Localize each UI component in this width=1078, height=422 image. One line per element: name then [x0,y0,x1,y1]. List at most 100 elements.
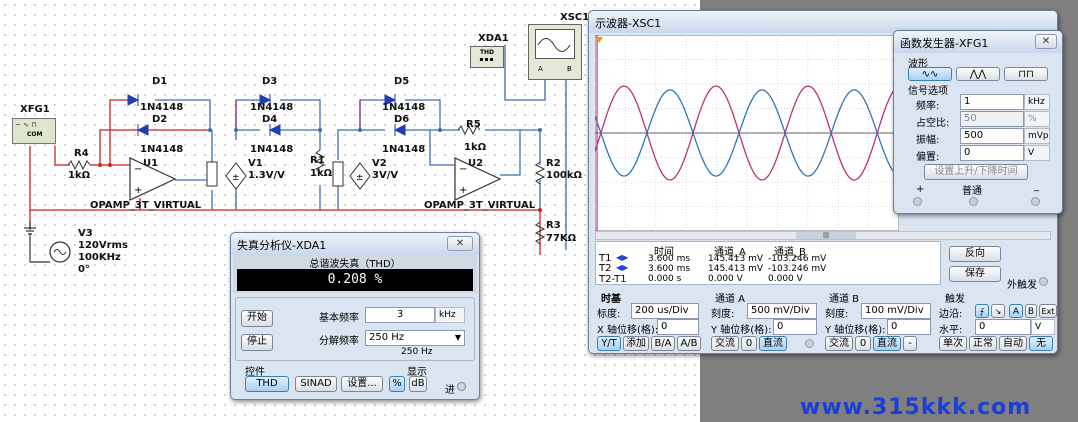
v3-vrms: 120Vrms [78,240,128,251]
t1-arrows-icon[interactable]: ◀▶ [616,253,628,262]
channel-b-dc-button[interactable]: 直流 [873,336,901,351]
r4-value: 1kΩ [68,170,91,181]
xsc1-instrument[interactable]: A B [528,24,582,80]
distortion-analyzer-window[interactable]: 失真分析仪-XDA1 ✕ 总谐波失真（THD） 0.208 % 开始 停止 基本… [230,232,480,400]
input-terminal-label: 进 [445,385,455,396]
t2-a: 145.413 mV [708,264,764,274]
channel-a-terminal-icon[interactable] [805,339,814,348]
source-v1[interactable]: ± [206,161,247,190]
trigger-edge-label: 边沿: [939,309,963,320]
xpos-input[interactable]: 0 [657,319,699,335]
fg-common-terminal-icon[interactable] [969,197,978,206]
r4-resistor[interactable] [67,159,91,171]
r3-value: 77KΩ [546,233,577,244]
t2-arrows-icon[interactable]: ◀▶ [616,263,628,272]
input-terminal-icon[interactable] [457,382,466,391]
rise-fall-button[interactable]: 设置上升/下降时间 [924,164,1028,180]
stop-button[interactable]: 停止 [241,334,273,351]
mode-yt-button[interactable]: Y/T [597,336,621,351]
xsc1-screen-icon [535,29,575,59]
d5-label: D5 [394,76,410,87]
t1-b: -103.246 mV [768,254,827,264]
start-button[interactable]: 开始 [241,310,273,327]
channel-a-dc-button[interactable]: 直流 [759,336,787,351]
fg-offset-input[interactable]: 0 [960,145,1024,161]
diode-d6[interactable] [393,124,406,136]
fg-titlebar[interactable]: 函数发生器-XFG1 ✕ [894,31,1062,53]
trigger-level-label: 水平: [939,325,963,336]
u1-part: OPAMP_3T_VIRTUAL [90,200,202,211]
sinad-button[interactable]: SINAD [295,376,337,392]
trigger-single-button[interactable]: 单次 [939,336,967,351]
timebase-scale-input[interactable]: 200 us/Div [631,303,699,319]
function-generator-window[interactable]: 函数发生器-XFG1 ✕ 波形 ∿∿ ⋀⋀ ⊓⊓ 信号选项 频率: 1 kHz … [893,30,1063,214]
fg-freq-unit: kHz [1024,94,1050,110]
r2-value: 100kΩ [546,170,583,181]
ext-trigger-label: 外触发 [1007,280,1037,291]
channel-a-ac-button[interactable]: 交流 [711,336,739,351]
channel-a-scale-input[interactable]: 500 mV/Div [747,303,817,319]
channel-a-pos-input[interactable]: 0 [773,319,817,335]
fg-minus-terminal-icon[interactable] [1031,197,1040,206]
mode-ba-button[interactable]: B/A [651,336,675,351]
diode-d4[interactable] [268,124,281,136]
distortion-title: 失真分析仪-XDA1 [237,239,327,252]
trigger-auto-button[interactable]: 自动 [999,336,1027,351]
trigger-src-a-button[interactable]: A [1009,304,1023,318]
db-button[interactable]: dB [409,376,427,392]
xfg1-instrument[interactable]: ~ ∿ ⊓ COM [12,118,56,144]
mode-ab-button[interactable]: A/B [677,336,701,351]
square-wave-icon[interactable]: ⊓⊓ [1004,67,1048,81]
trigger-none-button[interactable]: 无 [1029,336,1053,351]
reverse-button[interactable]: 反向 [949,246,1001,262]
fg-duty-input[interactable]: 50 [960,111,1024,127]
diode-d1[interactable] [127,94,140,106]
oscilloscope-screen[interactable] [595,35,899,231]
diode-d2[interactable] [136,124,149,136]
channel-b-zero-button[interactable]: 0 [855,336,871,351]
res-freq-select[interactable]: 250 Hz ▼ [365,330,465,346]
rising-edge-icon[interactable]: ⨍ [975,304,989,318]
channel-b-scale-input[interactable]: 100 mV/Div [861,303,931,319]
sine-wave-icon[interactable]: ∿∿ [908,67,952,81]
distortion-close-button[interactable]: ✕ [447,236,473,251]
trigger-level-input[interactable]: 0 [975,319,1031,335]
r4-name: R4 [74,148,89,159]
mode-add-button[interactable]: 添加 [623,336,649,351]
falling-edge-icon[interactable]: ↘ [991,304,1005,318]
xda1-instrument[interactable]: THD ▪▪▪ [470,46,504,68]
u2-label: U2 [468,158,484,169]
triangle-wave-icon[interactable]: ⋀⋀ [956,67,1000,81]
fg-plus-terminal-icon[interactable] [913,197,922,206]
thd-button[interactable]: THD [245,376,289,392]
fg-offset-label: 偏置: [916,152,940,163]
svg-text:+: + [459,185,467,196]
trigger-src-b-button[interactable]: B [1025,304,1037,318]
ext-trigger-icon[interactable] [1039,277,1048,286]
channel-b-pos-input[interactable]: 0 [887,319,931,335]
channel-a-scale-label: 刻度: [711,309,735,320]
save-button[interactable]: 保存 [949,266,1001,282]
fg-amp-input[interactable]: 500 [960,128,1024,144]
percent-button[interactable]: % [389,376,405,392]
channel-b-ac-button[interactable]: 交流 [825,336,853,351]
trigger-normal-button[interactable]: 正常 [969,336,997,351]
d3-label: D3 [262,76,278,87]
channel-b-scale-label: 刻度: [825,309,849,320]
row-diff-label: T2-T1 [599,274,627,285]
t2-time: 3.600 ms [648,264,691,274]
trigger-src-ext-button[interactable]: Ext [1039,304,1057,318]
settings-button[interactable]: 设置... [341,376,383,392]
d3-part: 1N4148 [250,102,294,113]
source-v2[interactable]: ± [332,161,371,190]
channel-b-minus-button[interactable]: - [903,336,917,351]
fund-freq-input[interactable]: 3 [365,307,435,323]
channel-a-zero-button[interactable]: 0 [741,336,757,351]
fg-close-button[interactable]: ✕ [1035,34,1057,49]
diff-b: 0.000 V [768,274,803,284]
distortion-titlebar[interactable]: 失真分析仪-XDA1 ✕ [231,233,479,255]
fg-freq-input[interactable]: 1 [960,94,1024,110]
r5-name: R5 [466,119,481,130]
u1-label: U1 [143,158,159,169]
horizontal-scrollbar[interactable]: ||| [595,231,1051,240]
